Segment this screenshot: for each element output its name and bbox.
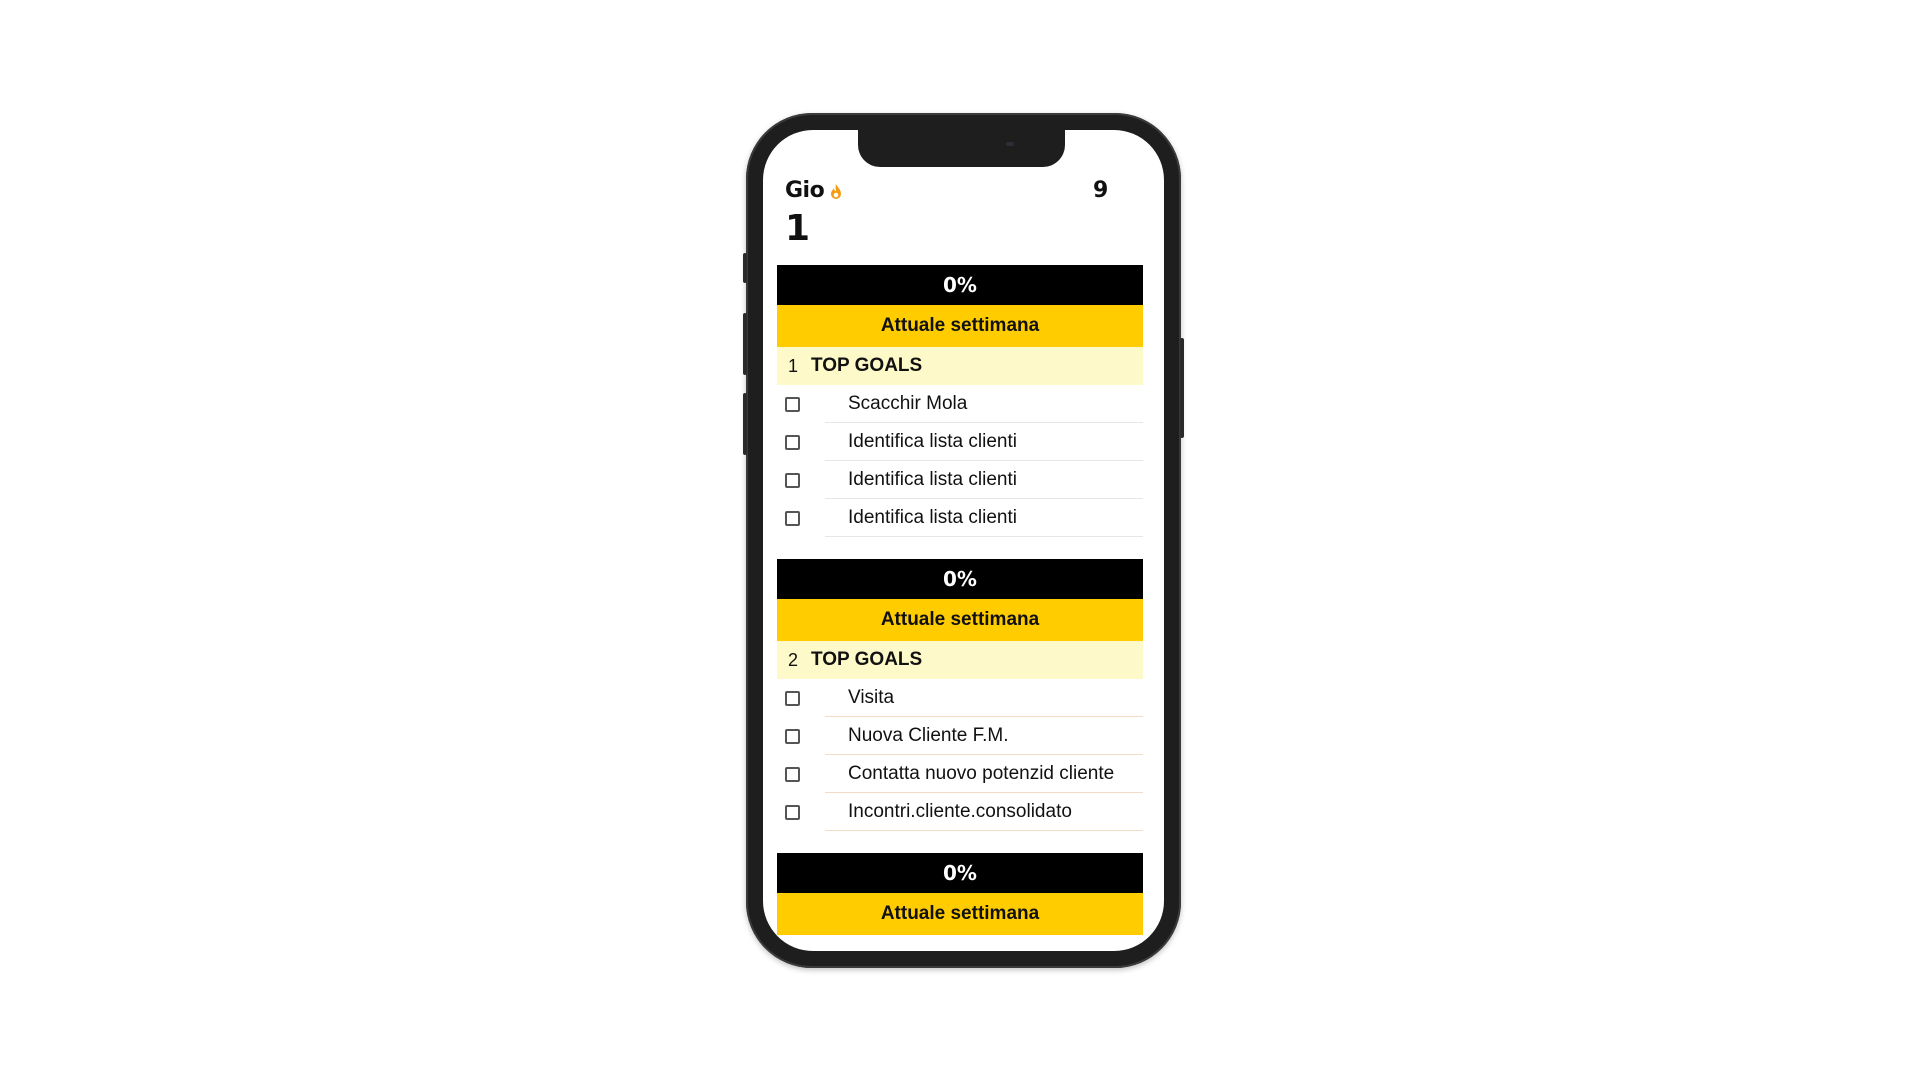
- task-checkbox[interactable]: [785, 804, 800, 820]
- task-label[interactable]: Identifica lista clienti: [848, 507, 1017, 529]
- camera-dot: [1006, 142, 1014, 146]
- task-label[interactable]: Contatta nuovo potenzid cliente: [848, 763, 1114, 785]
- day-label: Gio: [785, 178, 825, 203]
- goals-list: 0% Attuale settimana 1 TOP GOALS Scacchi…: [777, 265, 1143, 951]
- task-row: Identifica lista clienti: [777, 423, 1143, 461]
- stage: Gio 1 9 0% Attuale settimana 1 TOP GOALS: [0, 0, 1920, 1080]
- task-checkbox[interactable]: [785, 766, 800, 782]
- day-number: 1: [785, 208, 811, 249]
- top-goals-header: 2 TOP GOALS: [777, 641, 1143, 679]
- week-section: 0% Attuale settimana: [777, 853, 1143, 935]
- task-label[interactable]: Identifica lista clienti: [848, 469, 1017, 491]
- flame-icon: [831, 184, 841, 199]
- task-row: Incontri.cliente.consolidato: [777, 793, 1143, 831]
- task-row: Identifica lista clienti: [777, 461, 1143, 499]
- silent-switch: [743, 253, 747, 283]
- phone-frame: Gio 1 9 0% Attuale settimana 1 TOP GOALS: [743, 113, 1184, 968]
- task-row: Identifica lista clienti: [777, 499, 1143, 537]
- task-checkbox[interactable]: [785, 510, 800, 526]
- task-row: Visita: [777, 679, 1143, 717]
- task-row: Contatta nuovo potenzid cliente: [777, 755, 1143, 793]
- goals-number: 2: [788, 649, 799, 670]
- task-checkbox[interactable]: [785, 690, 800, 706]
- task-checkbox[interactable]: [785, 728, 800, 744]
- progress-percent-bar: 0%: [777, 853, 1143, 893]
- volume-up-button: [743, 313, 747, 375]
- week-label-bar[interactable]: Attuale settimana: [777, 893, 1143, 935]
- progress-percent-bar: 0%: [777, 559, 1143, 599]
- task-label[interactable]: Nuova Cliente F.M.: [848, 725, 1009, 747]
- week-label-bar[interactable]: Attuale settimana: [777, 305, 1143, 347]
- task-row: Scacchir Mola: [777, 385, 1143, 423]
- goals-number: 1: [788, 355, 799, 376]
- progress-percent-bar: 0%: [777, 265, 1143, 305]
- task-label[interactable]: Visita: [848, 687, 894, 709]
- task-checkbox[interactable]: [785, 434, 800, 450]
- counter-value: 9: [1093, 178, 1109, 203]
- task-label[interactable]: Incontri.cliente.consolidato: [848, 801, 1072, 823]
- volume-down-button: [743, 393, 747, 455]
- task-checkbox[interactable]: [785, 396, 800, 412]
- task-label[interactable]: Identifica lista clienti: [848, 431, 1017, 453]
- week-section: 0% Attuale settimana 2 TOP GOALS Visita …: [777, 559, 1143, 831]
- goals-title: TOP GOALS: [811, 355, 923, 376]
- notch: [858, 130, 1065, 167]
- task-checkbox[interactable]: [785, 472, 800, 488]
- power-button: [1180, 338, 1184, 438]
- task-label[interactable]: Scacchir Mola: [848, 393, 967, 415]
- task-row: Nuova Cliente F.M.: [777, 717, 1143, 755]
- top-goals-header: 1 TOP GOALS: [777, 347, 1143, 385]
- goals-title: TOP GOALS: [811, 649, 923, 670]
- phone-screen: Gio 1 9 0% Attuale settimana 1 TOP GOALS: [763, 130, 1164, 951]
- week-label-bar[interactable]: Attuale settimana: [777, 599, 1143, 641]
- week-section: 0% Attuale settimana 1 TOP GOALS Scacchi…: [777, 265, 1143, 537]
